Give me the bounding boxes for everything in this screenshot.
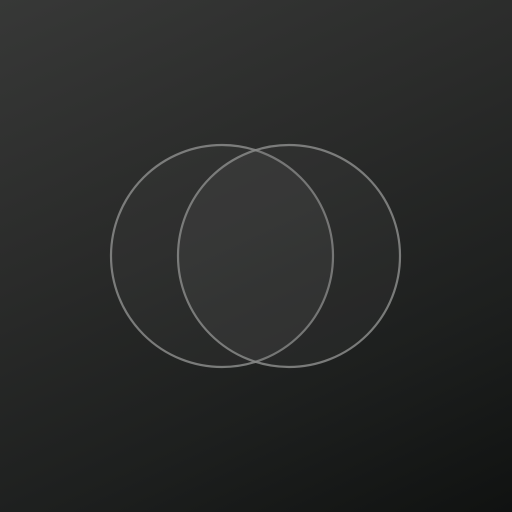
two-overlapping-circles-icon (109, 143, 402, 369)
app-icon-background (0, 0, 512, 512)
